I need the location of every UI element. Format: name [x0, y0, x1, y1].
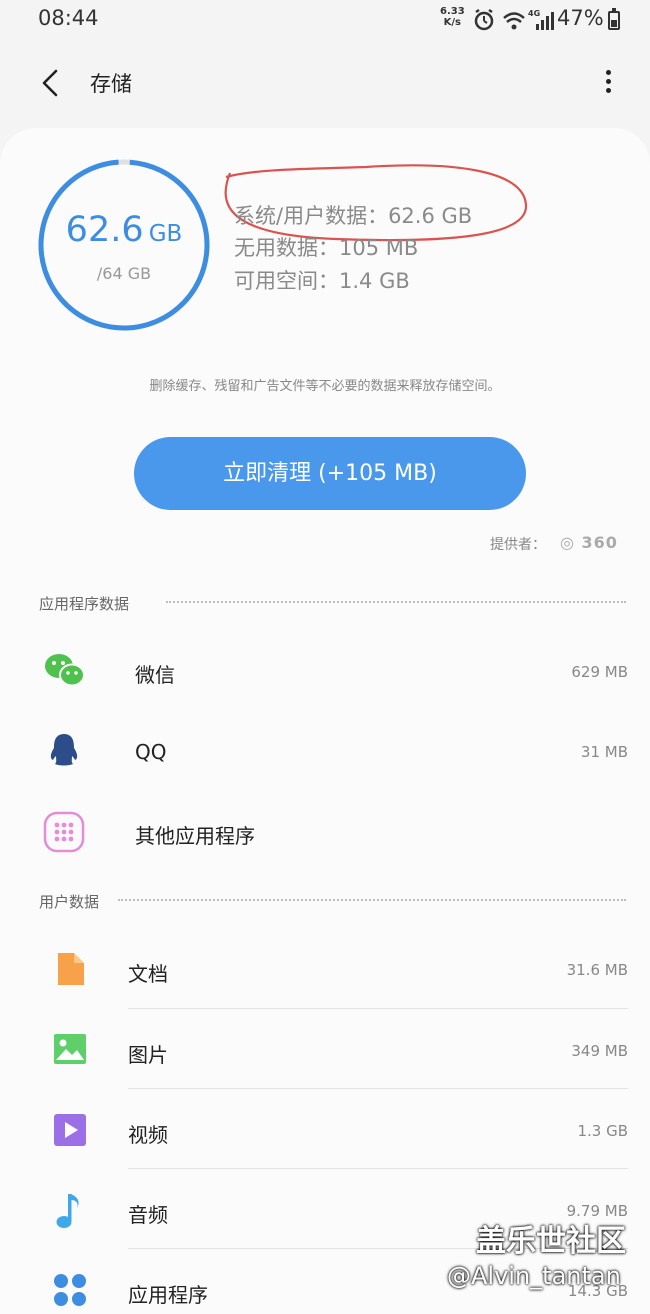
video-icon [54, 1114, 86, 1146]
back-arrow-icon[interactable] [36, 67, 68, 99]
system-user-data: 系统/用户数据：62.6 GB [234, 204, 473, 228]
list-item-label: 微信 [135, 663, 175, 687]
list-item-label: 音频 [128, 1203, 168, 1227]
battery-icon [608, 8, 620, 30]
status-bar: 08:44 6.33 K/s 4G 47% [0, 0, 650, 40]
list-item-label: 应用程序 [128, 1283, 208, 1307]
provider-360-text: 360 [581, 533, 618, 552]
wifi-icon [503, 12, 525, 30]
section-app-data-title: 应用程序数据 [39, 595, 130, 613]
apps-grid-icon [43, 811, 85, 853]
image-icon [54, 1034, 86, 1064]
qq-icon [50, 734, 78, 766]
list-item-label: QQ [135, 740, 167, 764]
clean-now-button[interactable]: 立即清理 (+105 MB) [134, 437, 526, 510]
page-title: 存储 [90, 72, 132, 96]
list-item-label: 视频 [128, 1123, 168, 1147]
storage-total: /64 GB [96, 264, 152, 283]
list-item-size: 349 MB [571, 1042, 628, 1060]
junk-data: 无用数据：105 MB [234, 236, 419, 260]
row-divider [128, 1088, 628, 1089]
document-icon [58, 953, 84, 985]
wechat-icon [45, 654, 85, 687]
status-icons: 4G [474, 8, 554, 31]
network-speed-unit: K/s [443, 17, 462, 28]
cleanup-hint: 删除缓存、残留和广告文件等不必要的数据来释放存储空间。 [149, 379, 501, 394]
alarm-icon [474, 8, 494, 31]
available-space: 可用空间：1.4 GB [234, 269, 410, 293]
status-time: 08:44 [38, 6, 99, 30]
list-item-size: 31.6 MB [566, 961, 628, 979]
section-divider [166, 601, 626, 603]
network-speed: 6.33 K/s [440, 6, 465, 28]
list-item-label: 图片 [128, 1043, 168, 1067]
list-item-label: 文档 [128, 962, 168, 986]
list-item-size: 629 MB [571, 663, 628, 681]
watermark-author: @Alvin_tantan [447, 1262, 621, 1290]
row-divider [128, 1168, 628, 1169]
network-speed-value: 6.33 [440, 6, 465, 17]
row-divider [128, 1008, 628, 1009]
more-options-icon[interactable] [596, 67, 620, 99]
list-item-size: 31 MB [580, 743, 628, 761]
battery-percent: 47% [557, 6, 604, 30]
provider-label: 提供者： [490, 537, 546, 553]
list-item-label: 其他应用程序 [135, 824, 255, 848]
section-user-data-title: 用户数据 [39, 893, 100, 911]
signal-type: 4G [528, 9, 540, 18]
provider-360-logo: ◎ 360 [560, 533, 618, 552]
section-divider [118, 899, 626, 901]
watermark-community: 盖乐世社区 [476, 1224, 626, 1259]
apps-icon [54, 1274, 86, 1306]
storage-used: 62.6 GB [36, 210, 212, 250]
storage-used-value: 62.6 [65, 210, 144, 250]
audio-icon [56, 1194, 79, 1228]
storage-used-unit: GB [148, 221, 183, 247]
app-bar: 存储 [0, 45, 650, 125]
list-item-size: 1.3 GB [577, 1122, 628, 1140]
